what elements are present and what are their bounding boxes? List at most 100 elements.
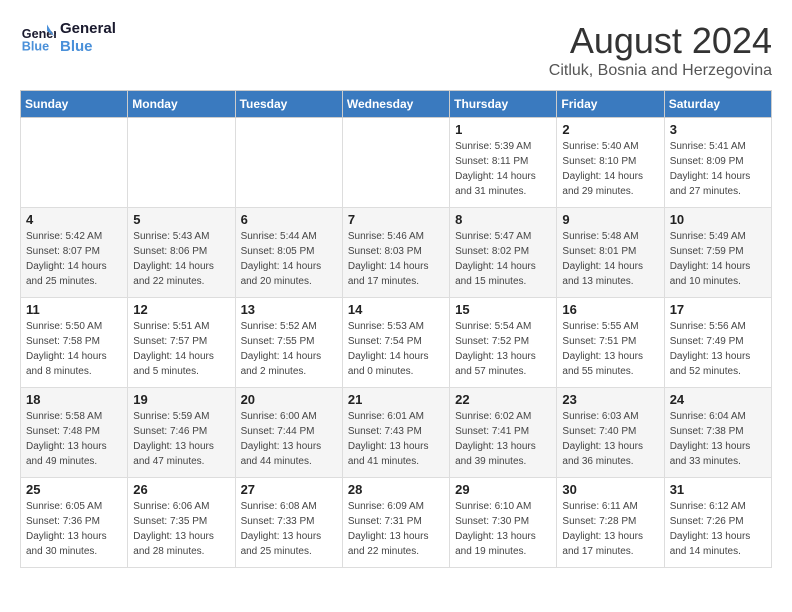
title-block: August 2024 Citluk, Bosnia and Herzegovi… xyxy=(549,20,772,80)
calendar-header-row: SundayMondayTuesdayWednesdayThursdayFrid… xyxy=(21,91,772,118)
day-number: 31 xyxy=(670,482,766,497)
calendar-cell: 3Sunrise: 5:41 AM Sunset: 8:09 PM Daylig… xyxy=(664,118,771,208)
day-info: Sunrise: 5:51 AM Sunset: 7:57 PM Dayligh… xyxy=(133,319,229,379)
day-info: Sunrise: 6:09 AM Sunset: 7:31 PM Dayligh… xyxy=(348,499,444,559)
calendar-table: SundayMondayTuesdayWednesdayThursdayFrid… xyxy=(20,90,772,568)
calendar-cell: 9 Sunrise: 5:48 AM Sunset: 8:01 PM Daylig… xyxy=(557,208,664,298)
day-number: 21 xyxy=(348,392,444,407)
day-info: Sunrise: 5:43 AM Sunset: 8:06 PM Dayligh… xyxy=(133,229,229,289)
calendar-cell: 22 Sunrise: 6:02 AM Sunset: 7:41 PM Dayli… xyxy=(450,388,557,478)
calendar-week-row: 11 Sunrise: 5:50 AM Sunset: 7:58 PM Dayli… xyxy=(21,298,772,388)
month-title: August 2024 xyxy=(549,20,772,62)
day-number: 7 xyxy=(348,212,444,227)
calendar-cell: 28 Sunrise: 6:09 AM Sunset: 7:31 PM Dayli… xyxy=(342,478,449,568)
calendar-cell: 4 Sunrise: 5:42 AM Sunset: 8:07 PM Daylig… xyxy=(21,208,128,298)
calendar-cell: 17 Sunrise: 5:56 AM Sunset: 7:49 PM Dayli… xyxy=(664,298,771,388)
calendar-cell: 6Sunrise: 5:44 AM Sunset: 8:05 PM Daylig… xyxy=(235,208,342,298)
page-header: General Blue General Blue August 2024 Ci… xyxy=(20,20,772,80)
day-number: 9 xyxy=(562,212,658,227)
day-number: 19 xyxy=(133,392,229,407)
day-number: 27 xyxy=(241,482,337,497)
calendar-cell: 8Sunrise: 5:47 AM Sunset: 8:02 PM Daylig… xyxy=(450,208,557,298)
calendar-cell: 18 Sunrise: 5:58 AM Sunset: 7:48 PM Dayli… xyxy=(21,388,128,478)
day-info: Sunrise: 5:49 AM Sunset: 7:59 PM Dayligh… xyxy=(670,229,766,289)
day-info: Sunrise: 5:41 AM Sunset: 8:09 PM Dayligh… xyxy=(670,139,766,199)
calendar-cell: 16 Sunrise: 5:55 AM Sunset: 7:51 PM Dayli… xyxy=(557,298,664,388)
day-info: Sunrise: 5:42 AM Sunset: 8:07 PM Dayligh… xyxy=(26,229,122,289)
day-info: Sunrise: 5:46 AM Sunset: 8:03 PM Dayligh… xyxy=(348,229,444,289)
day-info: Sunrise: 6:06 AM Sunset: 7:35 PM Dayligh… xyxy=(133,499,229,559)
day-info: Sunrise: 5:48 AM Sunset: 8:01 PM Dayligh… xyxy=(562,229,658,289)
day-info: Sunrise: 5:59 AM Sunset: 7:46 PM Dayligh… xyxy=(133,409,229,469)
day-number: 17 xyxy=(670,302,766,317)
calendar-cell: 11 Sunrise: 5:50 AM Sunset: 7:58 PM Dayli… xyxy=(21,298,128,388)
logo-text-general: General xyxy=(60,20,116,38)
day-number: 22 xyxy=(455,392,551,407)
day-number: 6 xyxy=(241,212,337,227)
calendar-week-row: 18 Sunrise: 5:58 AM Sunset: 7:48 PM Dayli… xyxy=(21,388,772,478)
calendar-cell xyxy=(235,118,342,208)
calendar-cell: 23 Sunrise: 6:03 AM Sunset: 7:40 PM Dayli… xyxy=(557,388,664,478)
day-number: 26 xyxy=(133,482,229,497)
day-info: Sunrise: 5:55 AM Sunset: 7:51 PM Dayligh… xyxy=(562,319,658,379)
day-info: Sunrise: 6:08 AM Sunset: 7:33 PM Dayligh… xyxy=(241,499,337,559)
svg-text:Blue: Blue xyxy=(22,40,49,54)
calendar-cell xyxy=(342,118,449,208)
calendar-cell: 2 Sunrise: 5:40 AM Sunset: 8:10 PM Daylig… xyxy=(557,118,664,208)
logo: General Blue General Blue xyxy=(20,20,116,56)
calendar-cell: 27 Sunrise: 6:08 AM Sunset: 7:33 PM Dayli… xyxy=(235,478,342,568)
calendar-day-header: Wednesday xyxy=(342,91,449,118)
calendar-cell: 21Sunrise: 6:01 AM Sunset: 7:43 PM Dayli… xyxy=(342,388,449,478)
day-info: Sunrise: 6:10 AM Sunset: 7:30 PM Dayligh… xyxy=(455,499,551,559)
calendar-cell: 24 Sunrise: 6:04 AM Sunset: 7:38 PM Dayli… xyxy=(664,388,771,478)
day-number: 16 xyxy=(562,302,658,317)
day-info: Sunrise: 6:03 AM Sunset: 7:40 PM Dayligh… xyxy=(562,409,658,469)
calendar-week-row: 25Sunrise: 6:05 AM Sunset: 7:36 PM Dayli… xyxy=(21,478,772,568)
day-number: 4 xyxy=(26,212,122,227)
day-info: Sunrise: 5:50 AM Sunset: 7:58 PM Dayligh… xyxy=(26,319,122,379)
day-number: 13 xyxy=(241,302,337,317)
calendar-cell: 12 Sunrise: 5:51 AM Sunset: 7:57 PM Dayli… xyxy=(128,298,235,388)
day-info: Sunrise: 5:47 AM Sunset: 8:02 PM Dayligh… xyxy=(455,229,551,289)
calendar-day-header: Monday xyxy=(128,91,235,118)
day-number: 18 xyxy=(26,392,122,407)
calendar-day-header: Saturday xyxy=(664,91,771,118)
calendar-cell: 13Sunrise: 5:52 AM Sunset: 7:55 PM Dayli… xyxy=(235,298,342,388)
calendar-day-header: Thursday xyxy=(450,91,557,118)
day-number: 28 xyxy=(348,482,444,497)
calendar-cell: 10 Sunrise: 5:49 AM Sunset: 7:59 PM Dayli… xyxy=(664,208,771,298)
day-number: 10 xyxy=(670,212,766,227)
day-number: 23 xyxy=(562,392,658,407)
day-info: Sunrise: 6:12 AM Sunset: 7:26 PM Dayligh… xyxy=(670,499,766,559)
day-number: 2 xyxy=(562,122,658,137)
day-number: 11 xyxy=(26,302,122,317)
day-info: Sunrise: 6:00 AM Sunset: 7:44 PM Dayligh… xyxy=(241,409,337,469)
location-subtitle: Citluk, Bosnia and Herzegovina xyxy=(549,62,772,80)
day-info: Sunrise: 5:56 AM Sunset: 7:49 PM Dayligh… xyxy=(670,319,766,379)
day-number: 12 xyxy=(133,302,229,317)
calendar-week-row: 4 Sunrise: 5:42 AM Sunset: 8:07 PM Daylig… xyxy=(21,208,772,298)
calendar-cell: 20 Sunrise: 6:00 AM Sunset: 7:44 PM Dayli… xyxy=(235,388,342,478)
day-info: Sunrise: 5:39 AM Sunset: 8:11 PM Dayligh… xyxy=(455,139,551,199)
day-info: Sunrise: 6:04 AM Sunset: 7:38 PM Dayligh… xyxy=(670,409,766,469)
calendar-cell: 5Sunrise: 5:43 AM Sunset: 8:06 PM Daylig… xyxy=(128,208,235,298)
calendar-day-header: Friday xyxy=(557,91,664,118)
logo-text-blue: Blue xyxy=(60,38,116,56)
calendar-day-header: Sunday xyxy=(21,91,128,118)
day-number: 24 xyxy=(670,392,766,407)
calendar-week-row: 1Sunrise: 5:39 AM Sunset: 8:11 PM Daylig… xyxy=(21,118,772,208)
calendar-cell: 19 Sunrise: 5:59 AM Sunset: 7:46 PM Dayli… xyxy=(128,388,235,478)
day-info: Sunrise: 6:05 AM Sunset: 7:36 PM Dayligh… xyxy=(26,499,122,559)
day-info: Sunrise: 6:02 AM Sunset: 7:41 PM Dayligh… xyxy=(455,409,551,469)
day-number: 20 xyxy=(241,392,337,407)
logo-icon: General Blue xyxy=(20,20,56,56)
calendar-cell: 7 Sunrise: 5:46 AM Sunset: 8:03 PM Daylig… xyxy=(342,208,449,298)
calendar-cell: 15 Sunrise: 5:54 AM Sunset: 7:52 PM Dayli… xyxy=(450,298,557,388)
calendar-cell: 1Sunrise: 5:39 AM Sunset: 8:11 PM Daylig… xyxy=(450,118,557,208)
calendar-cell: 29Sunrise: 6:10 AM Sunset: 7:30 PM Dayli… xyxy=(450,478,557,568)
day-info: Sunrise: 5:54 AM Sunset: 7:52 PM Dayligh… xyxy=(455,319,551,379)
day-info: Sunrise: 5:40 AM Sunset: 8:10 PM Dayligh… xyxy=(562,139,658,199)
day-info: Sunrise: 5:58 AM Sunset: 7:48 PM Dayligh… xyxy=(26,409,122,469)
day-number: 15 xyxy=(455,302,551,317)
day-number: 30 xyxy=(562,482,658,497)
